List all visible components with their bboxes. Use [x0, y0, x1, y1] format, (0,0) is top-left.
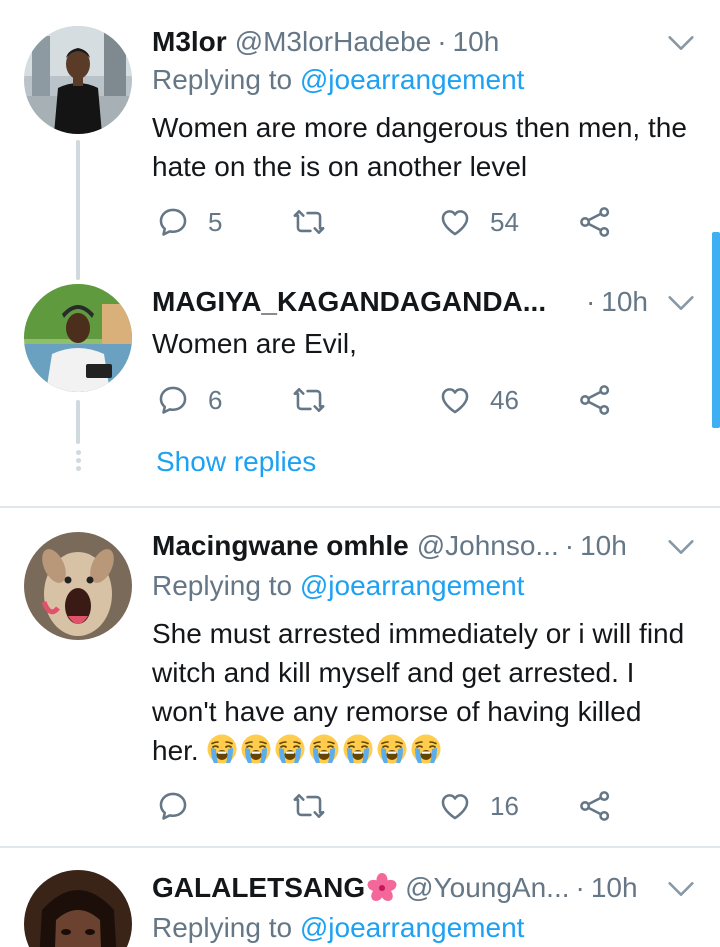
- thread-line: [76, 400, 80, 444]
- heart-icon: [438, 789, 472, 823]
- like-count: 16: [490, 790, 519, 821]
- reply-icon: [156, 789, 190, 823]
- share-button[interactable]: [578, 380, 612, 420]
- avatar[interactable]: [24, 532, 132, 640]
- timestamp[interactable]: 10h: [601, 286, 648, 318]
- share-icon: [578, 383, 612, 417]
- tweet-header: M3lor @M3lorHadebe · 10h: [152, 24, 696, 60]
- retweet-icon: [292, 205, 326, 239]
- avatar[interactable]: [24, 26, 132, 134]
- loudly-crying-face-emoji: [342, 733, 374, 765]
- reply-count: 6: [208, 384, 223, 415]
- avatar[interactable]: [24, 284, 132, 392]
- timestamp[interactable]: 10h: [591, 872, 638, 904]
- user-handle[interactable]: @YoungAn...: [405, 872, 569, 904]
- display-name[interactable]: MAGIYA_KAGANDAGANDA...: [152, 286, 546, 318]
- separator: ·: [585, 286, 596, 317]
- tweet-actions: 5 54: [152, 202, 632, 242]
- thread-dots: [74, 450, 82, 474]
- tweet-text: Women are more dangerous then men, the h…: [152, 112, 687, 182]
- avatar[interactable]: [24, 870, 132, 947]
- share-icon: [578, 789, 612, 823]
- display-name[interactable]: M3lor: [152, 26, 227, 58]
- replying-to: Replying to @joearrangement: [152, 64, 524, 96]
- timestamp[interactable]: 10h: [453, 26, 500, 58]
- share-button[interactable]: [578, 786, 612, 826]
- loudly-crying-face-emoji: [274, 733, 306, 765]
- replying-to: Replying to @joearrangement: [152, 912, 524, 944]
- emoji-row: [206, 735, 444, 766]
- chevron-down-icon[interactable]: [664, 286, 698, 320]
- like-button[interactable]: 16: [438, 786, 519, 826]
- mention-link[interactable]: @joearrangement: [300, 912, 525, 943]
- reply-icon: [156, 205, 190, 239]
- replying-to: Replying to @joearrangement: [152, 570, 524, 602]
- share-button[interactable]: [578, 202, 612, 242]
- tweet-m3lor[interactable]: M3lor @M3lorHadebe · 10h Replying to @jo…: [0, 0, 720, 280]
- loudly-crying-face-emoji: [308, 733, 340, 765]
- thread-line: [76, 140, 80, 280]
- loudly-crying-face-emoji: [376, 733, 408, 765]
- retweet-button[interactable]: [292, 786, 326, 826]
- show-replies-link[interactable]: Show replies: [156, 446, 316, 478]
- retweet-icon: [292, 789, 326, 823]
- like-button[interactable]: 46: [438, 380, 519, 420]
- loudly-crying-face-emoji: [206, 733, 238, 765]
- retweet-button[interactable]: [292, 380, 326, 420]
- display-name[interactable]: GALALETSANG: [152, 872, 365, 904]
- timestamp[interactable]: 10h: [580, 530, 627, 562]
- heart-icon: [438, 205, 472, 239]
- separator: ·: [575, 872, 585, 903]
- tweet-text: Women are Evil,: [152, 328, 357, 359]
- tweet-actions: 16: [152, 786, 632, 826]
- mention-link[interactable]: @joearrangement: [300, 64, 525, 95]
- tweet-text: She must arrested immediately or i will …: [152, 614, 692, 770]
- reply-button[interactable]: [156, 786, 190, 826]
- separator: ·: [437, 26, 447, 57]
- reply-button[interactable]: 5: [156, 202, 222, 242]
- scrollbar[interactable]: [712, 232, 720, 428]
- tweet-macingwane[interactable]: Macingwane omhle @Johnso... · 10h Replyi…: [0, 508, 720, 846]
- replying-label: Replying to: [152, 912, 293, 943]
- heart-icon: [438, 383, 472, 417]
- loudly-crying-face-emoji: [240, 733, 272, 765]
- tweet-actions: 6 46: [152, 380, 632, 420]
- chevron-down-icon[interactable]: [664, 530, 698, 564]
- reply-count: 5: [208, 206, 223, 237]
- replying-label: Replying to: [152, 570, 293, 601]
- loudly-crying-face-emoji: [410, 733, 442, 765]
- separator: ·: [564, 530, 575, 561]
- chevron-down-icon[interactable]: [664, 872, 698, 906]
- retweet-icon: [292, 383, 326, 417]
- retweet-button[interactable]: [292, 202, 326, 242]
- replying-label: Replying to: [152, 64, 293, 95]
- tweet-header: GALALETSANG @YoungAn... · 10h: [152, 870, 696, 906]
- share-icon: [578, 205, 612, 239]
- like-count: 54: [490, 206, 519, 237]
- tweet-magiya[interactable]: MAGIYA_KAGANDAGANDA... · 10h Women are E…: [0, 270, 720, 506]
- user-handle[interactable]: @M3lorHadebe: [235, 26, 432, 58]
- reply-button[interactable]: 6: [156, 380, 222, 420]
- reply-icon: [156, 383, 190, 417]
- chevron-down-icon[interactable]: [664, 26, 698, 60]
- display-name[interactable]: Macingwane omhle: [152, 530, 409, 562]
- user-handle[interactable]: @Johnso...: [417, 530, 559, 562]
- tweet-galaletsang[interactable]: GALALETSANG @YoungAn... · 10h Replying t…: [0, 848, 720, 947]
- mention-link[interactable]: @joearrangement: [300, 570, 525, 601]
- like-count: 46: [490, 384, 519, 415]
- like-button[interactable]: 54: [438, 202, 519, 242]
- tweet-header: Macingwane omhle @Johnso... · 10h: [152, 528, 696, 564]
- hibiscus-emoji: [367, 873, 397, 901]
- tweet-header: MAGIYA_KAGANDAGANDA... · 10h: [152, 284, 696, 320]
